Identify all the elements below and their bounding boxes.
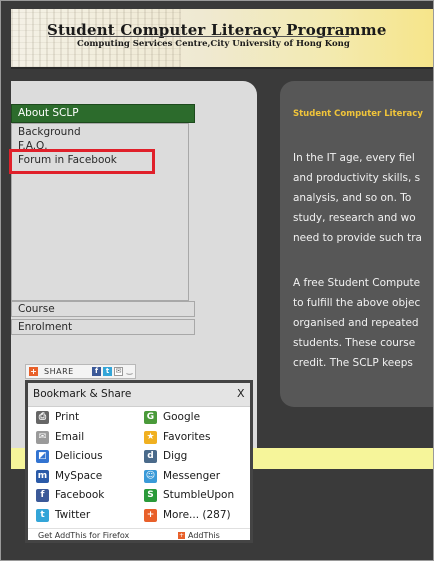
twitter-icon[interactable]: t <box>103 367 112 376</box>
addthis-plus-icon: + <box>178 532 185 539</box>
popup-title: Bookmark & Share <box>33 388 132 400</box>
share-service-label: Facebook <box>55 489 105 502</box>
share-service-label: Print <box>55 411 80 423</box>
popup-footer: Get AddThis for Firefox + AddThis <box>28 528 250 541</box>
paragraph-line: to fulfill the above objec <box>293 297 421 309</box>
printer-icon: ⎙ <box>36 411 49 424</box>
addthis-label: AddThis <box>188 531 220 540</box>
site-subtitle: Computing Services Centre,City Universit… <box>77 39 350 49</box>
share-label: SHARE <box>44 367 74 376</box>
share-service-label: Favorites <box>163 430 211 443</box>
popup-header: Bookmark & Share X <box>28 383 250 407</box>
paragraph-line: analysis, and so on. To <box>293 192 412 204</box>
paragraph-line: students. These course <box>293 337 416 349</box>
content-title: Student Computer Literacy <box>293 109 423 119</box>
paragraph-line: organised and repeated <box>293 317 419 329</box>
paragraph-line: and productivity skills, s <box>293 172 421 184</box>
menu-item-enrolment[interactable]: Enrolment <box>11 319 195 335</box>
share-service-label: StumbleUpon <box>163 489 235 502</box>
myspace-icon: m <box>36 469 49 483</box>
share-button[interactable]: + SHARE f t ✉ ‿ <box>25 364 136 379</box>
email-icon[interactable]: ✉ <box>114 367 123 376</box>
facebook-icon[interactable]: f <box>92 367 101 376</box>
page-frame: Student Computer Literacy Programme Comp… <box>0 0 434 561</box>
addthis-link[interactable]: + AddThis <box>178 531 220 540</box>
share-service-label: Messenger <box>163 469 221 482</box>
share-service-label: More... (287) <box>163 509 231 521</box>
more-plus-icon: + <box>144 509 157 522</box>
paragraph-line: A free Student Compute <box>293 277 421 289</box>
header-banner: Student Computer Literacy Programme Comp… <box>11 9 433 69</box>
share-service-label: Google <box>163 411 201 423</box>
digg-icon: d <box>144 450 157 464</box>
bookmark-share-popup: Bookmark & Share X ⎙ Print ✉ Email ◩ Deliciou… <box>25 380 253 543</box>
stumbleupon-icon: S <box>144 489 157 503</box>
facebook-icon: f <box>36 489 49 503</box>
share-service-label: Email <box>55 430 85 443</box>
menu-header-about[interactable]: About SCLP <box>11 104 195 123</box>
menu-item-course[interactable]: Course <box>11 301 195 317</box>
highlight-box <box>9 149 155 174</box>
paragraph-line: study, research and wo <box>293 212 416 224</box>
paragraph-line: need to provide such tra <box>293 232 422 244</box>
title-divider <box>49 36 349 37</box>
content-panel: Student Computer Literacy In the IT age,… <box>280 81 433 407</box>
delicious-icon: ◩ <box>36 450 49 464</box>
addthis-plus-icon: + <box>29 367 38 376</box>
menu-item-background[interactable]: Background <box>18 126 81 138</box>
email-icon: ✉ <box>36 430 49 444</box>
google-icon: G <box>144 411 157 424</box>
paragraph-line: In the IT age, every fiel <box>293 152 415 164</box>
paragraph-line: credit. The SCLP keeps <box>293 357 413 369</box>
share-service-label: MySpace <box>55 469 103 482</box>
get-addthis-link[interactable]: Get AddThis for Firefox <box>38 531 129 540</box>
messenger-icon: ☺ <box>144 469 157 483</box>
share-service-label: Twitter <box>55 509 91 521</box>
close-button[interactable]: X <box>237 387 245 400</box>
chevron-down-icon[interactable]: ‿ <box>125 367 134 376</box>
twitter-icon: t <box>36 509 49 522</box>
share-service-label: Digg <box>163 450 188 463</box>
share-service-label: Delicious <box>55 450 103 463</box>
favorites-star-icon: ★ <box>144 430 157 444</box>
